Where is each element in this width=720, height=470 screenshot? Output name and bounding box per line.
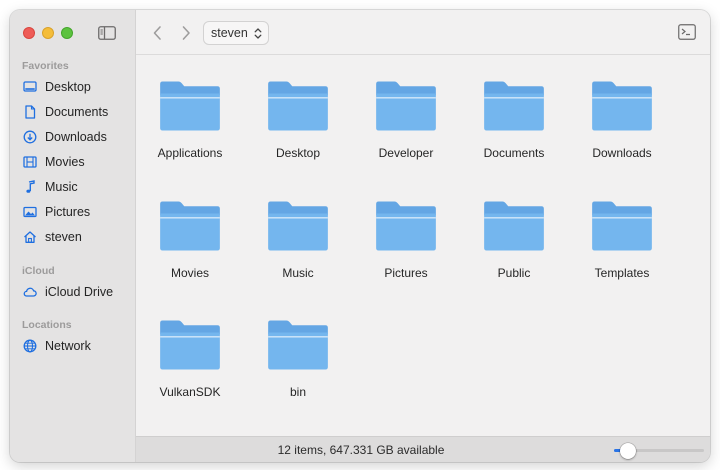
minimize-window-button[interactable] <box>42 27 54 39</box>
folder-label: Public <box>497 266 531 280</box>
zoom-window-button[interactable] <box>61 27 73 39</box>
sidebar-item-movies[interactable]: Movies <box>22 152 132 172</box>
section-label-favorites: Favorites <box>22 60 69 72</box>
folder-icon <box>484 201 544 251</box>
folder-label: Documents <box>483 146 545 160</box>
folder-item-music[interactable]: Music <box>244 175 352 280</box>
folder-item-downloads[interactable]: Downloads <box>568 55 676 160</box>
photo-icon <box>22 204 38 220</box>
folder-label: VulkanSDK <box>159 385 221 399</box>
folder-item-vulkansdk[interactable]: VulkanSDK <box>136 294 244 399</box>
folder-label: Templates <box>594 266 650 280</box>
icon-size-slider[interactable] <box>614 443 704 459</box>
folder-icon <box>268 320 328 370</box>
folder-item-desktop[interactable]: Desktop <box>244 55 352 160</box>
download-icon <box>22 129 38 145</box>
forward-button[interactable] <box>178 24 194 42</box>
folder-label: Developer <box>378 146 434 160</box>
folder-label: Movies <box>170 266 209 280</box>
status-bar: 12 items, 647.331 GB available <box>136 436 710 462</box>
toolbar: steven <box>136 10 710 55</box>
sidebar-item-downloads[interactable]: Downloads <box>22 127 132 147</box>
sidebar-item-network[interactable]: Network <box>22 336 132 356</box>
desktop-icon <box>22 79 38 95</box>
folder-label: Music <box>282 266 314 280</box>
sidebar-item-label: Movies <box>45 155 85 169</box>
folder-icon <box>592 81 652 131</box>
folder-icon <box>160 81 220 131</box>
folder-icon <box>376 201 436 251</box>
folder-label: Desktop <box>275 146 321 160</box>
sidebar-item-label: Desktop <box>45 80 91 94</box>
slider-knob[interactable] <box>620 443 636 459</box>
folder-icon <box>268 201 328 251</box>
document-icon <box>22 104 38 120</box>
sidebar-item-music[interactable]: Music <box>22 177 132 197</box>
folder-item-bin[interactable]: bin <box>244 294 352 399</box>
sidebar-toggle-icon[interactable] <box>98 26 116 40</box>
sidebar-item-steven[interactable]: steven <box>22 227 132 247</box>
folder-icon <box>592 201 652 251</box>
sidebar-item-icloud-drive[interactable]: iCloud Drive <box>22 282 132 302</box>
sidebar-item-pictures[interactable]: Pictures <box>22 202 132 222</box>
film-icon <box>22 154 38 170</box>
path-popup-button[interactable]: steven <box>203 21 269 45</box>
finder-window: Favorites Desktop Documents Downloads Mo… <box>10 10 710 462</box>
sidebar-item-label: Music <box>45 180 78 194</box>
folder-icon <box>376 81 436 131</box>
folder-icon <box>268 81 328 131</box>
folder-item-documents[interactable]: Documents <box>460 55 568 160</box>
folder-label: bin <box>289 385 306 399</box>
folder-icon <box>160 320 220 370</box>
close-window-button[interactable] <box>23 27 35 39</box>
sidebar-item-documents[interactable]: Documents <box>22 102 132 122</box>
chevron-left-icon <box>153 26 161 40</box>
music-note-icon <box>22 179 38 195</box>
path-popup-label: steven <box>211 26 248 40</box>
sidebar-item-label: steven <box>45 230 82 244</box>
folder-item-public[interactable]: Public <box>460 175 568 280</box>
folder-label: Downloads <box>592 146 652 160</box>
sidebar-item-label: Pictures <box>45 205 91 219</box>
folder-label: Applications <box>157 146 223 160</box>
home-icon <box>22 229 38 245</box>
sidebar-item-desktop[interactable]: Desktop <box>22 77 132 97</box>
folder-item-pictures[interactable]: Pictures <box>352 175 460 280</box>
globe-icon <box>22 338 38 354</box>
cloud-icon <box>22 284 38 300</box>
chevron-up-down-icon <box>254 28 262 39</box>
sidebar-item-label: Documents <box>45 105 109 119</box>
sidebar-item-label: iCloud Drive <box>45 285 114 299</box>
window-controls <box>23 27 73 39</box>
folder-item-applications[interactable]: Applications <box>136 55 244 160</box>
folder-label: Pictures <box>384 266 428 280</box>
status-text: 12 items, 647.331 GB available <box>277 443 445 457</box>
terminal-icon <box>678 24 696 40</box>
section-label-icloud: iCloud <box>22 265 55 277</box>
file-grid: Applications Desktop Developer Documents… <box>136 55 710 436</box>
folder-item-templates[interactable]: Templates <box>568 175 676 280</box>
chevron-right-icon <box>182 26 190 40</box>
sidebar-item-label: Downloads <box>45 130 107 144</box>
terminal-button[interactable] <box>678 24 696 40</box>
folder-item-movies[interactable]: Movies <box>136 175 244 280</box>
folder-icon <box>160 201 220 251</box>
folder-item-developer[interactable]: Developer <box>352 55 460 160</box>
section-label-locations: Locations <box>22 319 72 331</box>
folder-icon <box>484 81 544 131</box>
sidebar: Favorites Desktop Documents Downloads Mo… <box>10 10 136 462</box>
sidebar-item-label: Network <box>45 339 91 353</box>
back-button[interactable] <box>150 24 166 42</box>
